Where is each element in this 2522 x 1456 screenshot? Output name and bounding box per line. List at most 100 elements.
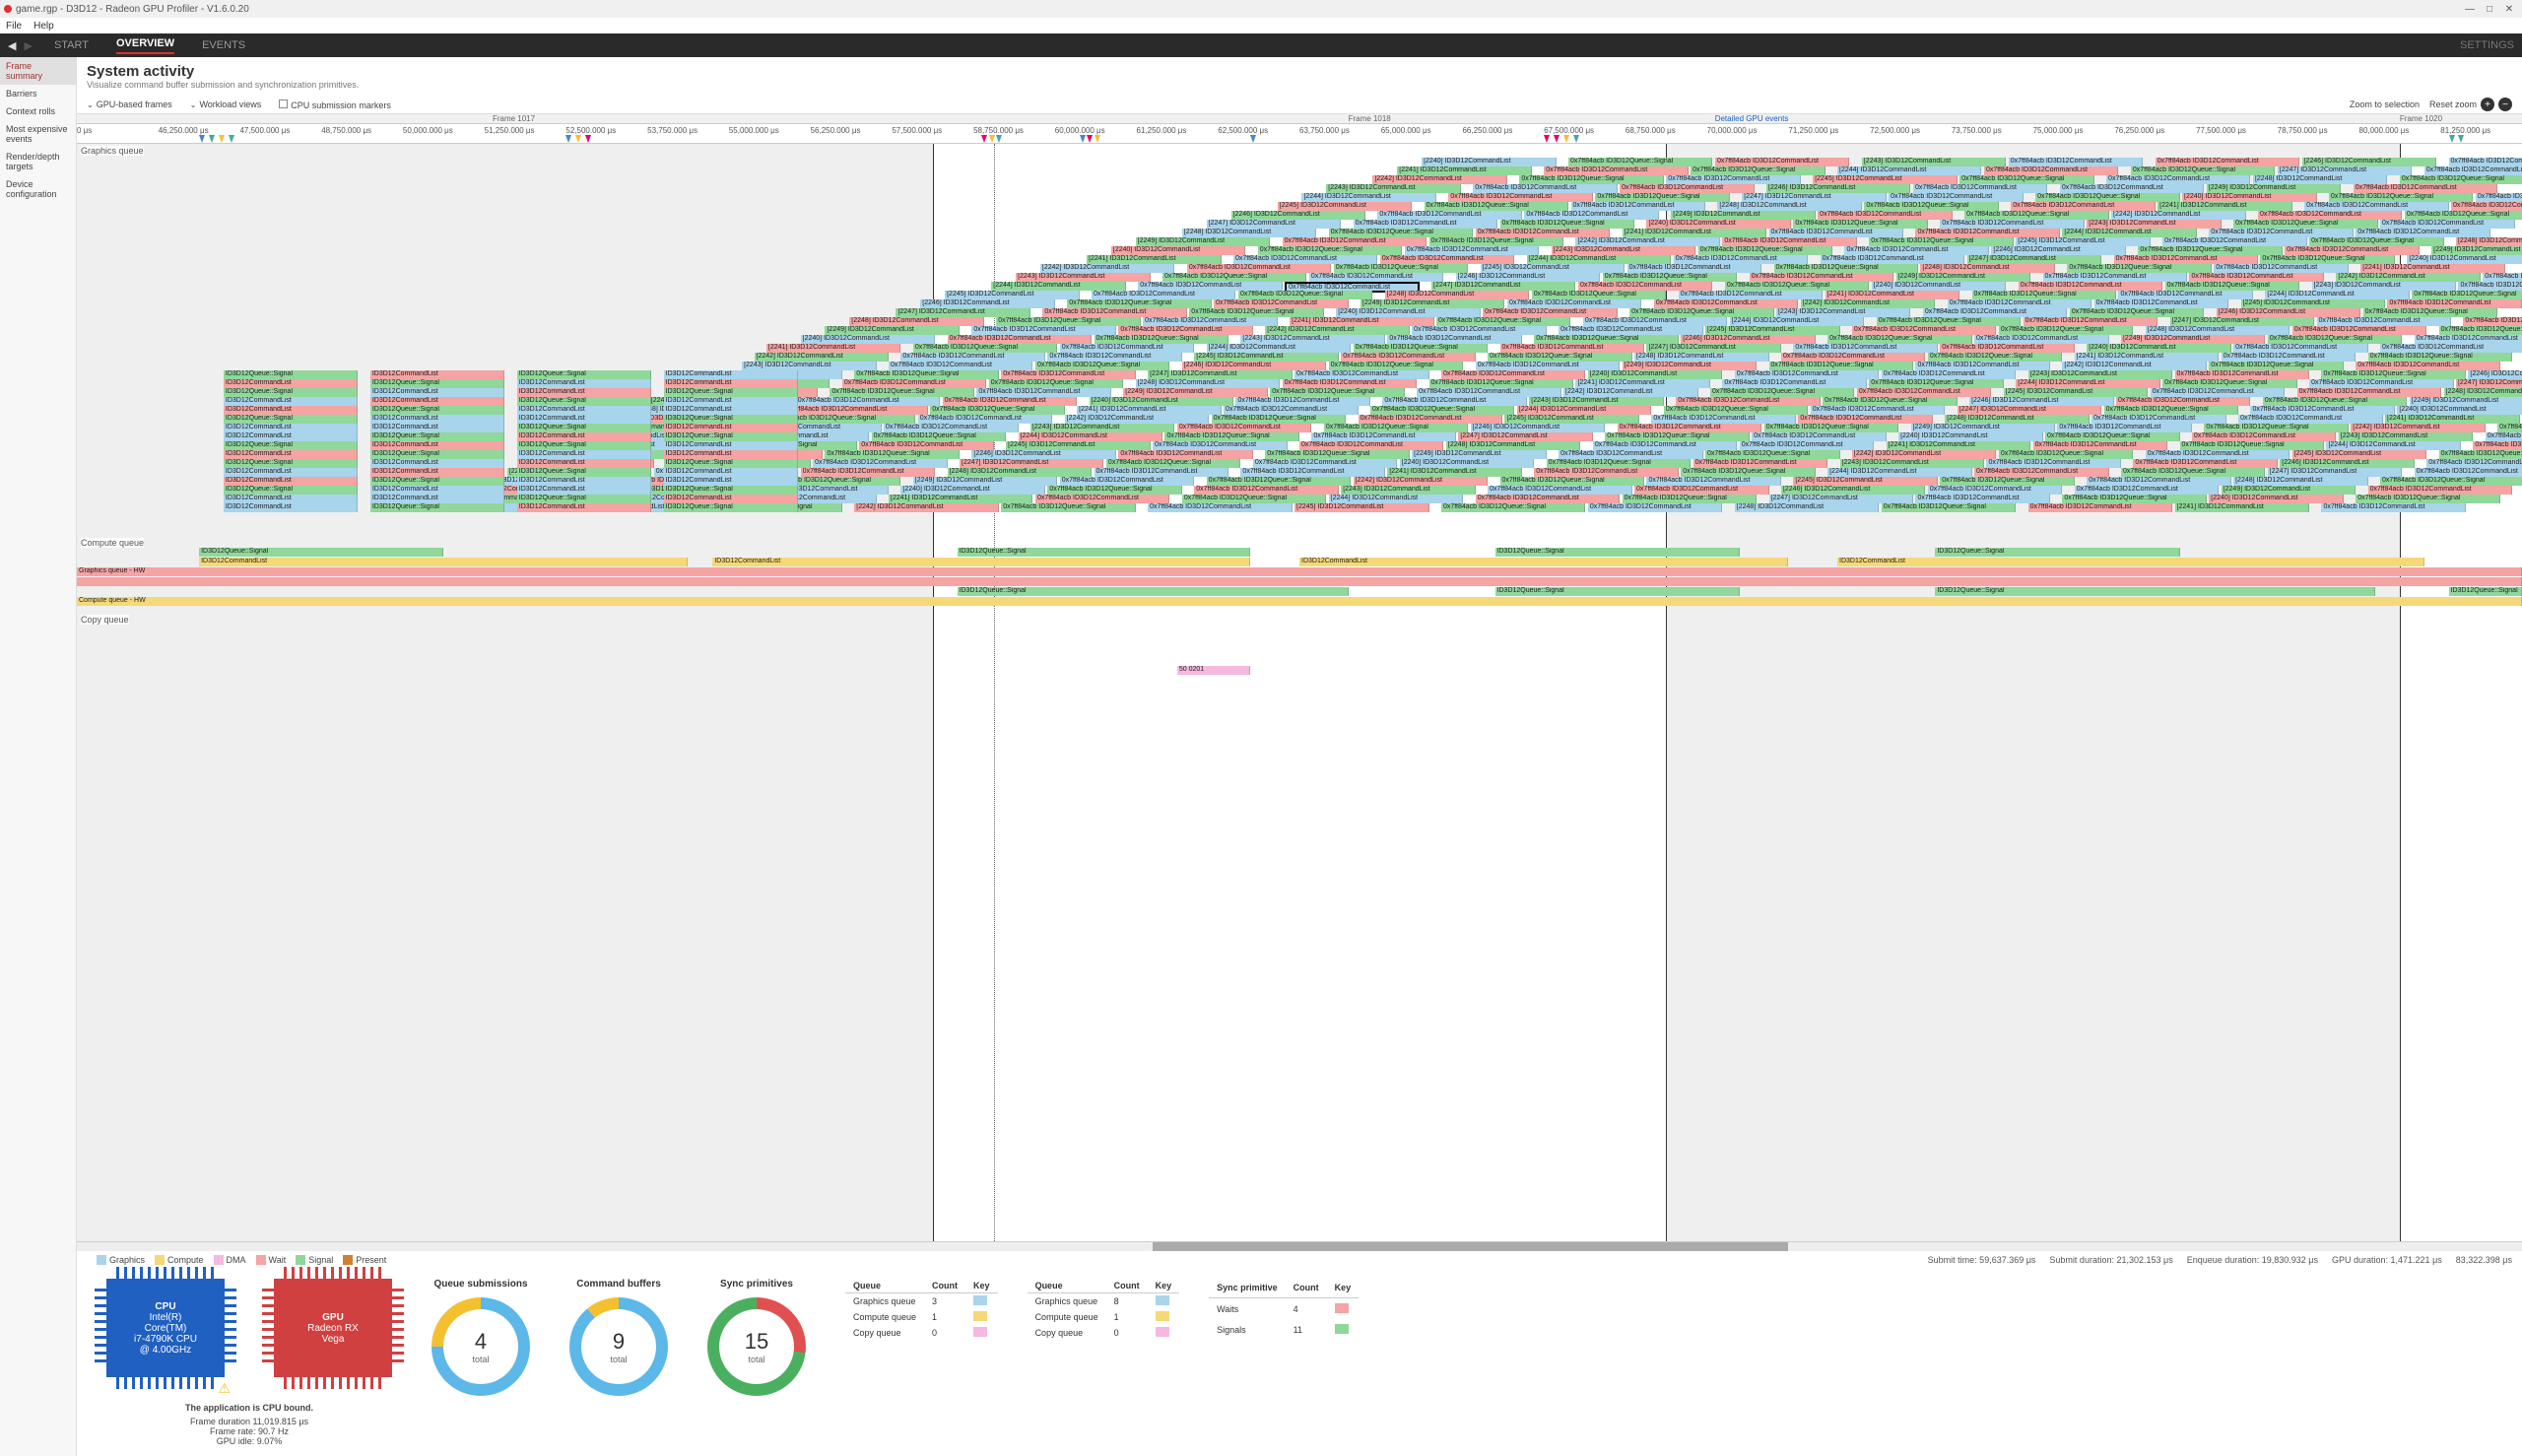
timeline-event[interactable]: 0x7ff84acb ID3D12CommandList (1473, 184, 1617, 193)
timeline-event[interactable]: 0x7ff84acb ID3D12CommandList (2033, 441, 2168, 450)
timeline-event[interactable]: ID3D12CommandList (517, 379, 652, 388)
minimize-button[interactable]: — (2461, 2, 2479, 16)
cpu-marker-icon[interactable] (2458, 135, 2464, 143)
timeline-event[interactable]: ID3D12CommandList (712, 558, 1250, 566)
timeline-event[interactable]: ID3D12Queue::Signal (1495, 587, 1740, 596)
timeline-event[interactable]: 0x7ff84acb ID3D12Queue::Signal (1500, 477, 1644, 486)
timeline-event[interactable]: [2248] ID3D12CommandList (1634, 353, 1769, 362)
timeline-event[interactable]: 0x7ff84acb ID3D12Queue::Signal (1764, 424, 1899, 432)
timeline-event[interactable]: 0x7ff84acb ID3D12CommandList (2317, 317, 2452, 326)
timeline-event[interactable]: [2247] ID3D12CommandList (1148, 370, 1292, 379)
timeline-event[interactable]: [2246] ID3D12CommandList (2280, 459, 2415, 468)
timeline-event[interactable]: 0x7ff84acb ID3D12CommandList (1793, 344, 1937, 353)
timeline-event[interactable]: ID3D12CommandList (370, 486, 505, 495)
timeline-event[interactable]: ID3D12CommandList (224, 406, 359, 415)
timeline-event[interactable]: [2242] ID3D12CommandList (1265, 326, 1409, 335)
timeline-event[interactable]: 0x7ff84acb ID3D12CommandList (2380, 220, 2515, 229)
sidebar-item-context-rolls[interactable]: Context rolls (0, 102, 76, 120)
timeline-event[interactable]: [2244] ID3D12CommandList (991, 282, 1126, 291)
timeline-event[interactable]: 0x7ff84acb ID3D12CommandList (1240, 468, 1384, 477)
timeline-event[interactable]: 0x7ff84acb ID3D12Queue::Signal (1519, 175, 1663, 184)
timeline-event[interactable]: 0x7ff84acb ID3D12CommandList (1571, 202, 1706, 211)
timeline-event[interactable]: [2244] ID3D12CommandList (1329, 495, 1464, 503)
timeline-event[interactable]: [2247] ID3D12CommandList (2170, 317, 2314, 326)
timeline-event[interactable]: 0x7ff84acb ID3D12CommandList (1143, 317, 1278, 326)
timeline-event[interactable]: 0x7ff84acb ID3D12CommandList (2473, 441, 2522, 450)
timeline-event[interactable]: [2242] ID3D12CommandList (2111, 211, 2246, 220)
timeline-event[interactable]: [2249] ID3D12CommandList (825, 326, 960, 335)
timeline-event[interactable]: ID3D12CommandList (517, 450, 652, 459)
cpu-marker-icon[interactable] (1563, 135, 1569, 143)
timeline-event[interactable]: 0x7ff84acb ID3D12CommandList (1889, 193, 2024, 202)
timeline-event[interactable]: 0x7ff84acb ID3D12Queue::Signal (2138, 246, 2282, 255)
timeline-event[interactable]: 0x7ff84acb ID3D12Queue::Signal (2260, 255, 2395, 264)
timeline-event[interactable]: [2248] ID3D12CommandList (1446, 441, 1581, 450)
timeline-event[interactable]: [2240] ID3D12CommandList (1588, 370, 1723, 379)
timeline-event[interactable]: 0x7ff84acb ID3D12Queue::Signal (1864, 202, 1999, 211)
timeline-scrollbar[interactable] (77, 1241, 2522, 1251)
timeline-event[interactable]: ID3D12Queue::Signal (517, 397, 652, 406)
timeline-event[interactable]: [2241] ID3D12CommandList (1077, 406, 1221, 415)
timeline-event[interactable]: 0x7ff84acb ID3D12Queue::Signal (2363, 308, 2498, 317)
timeline-event[interactable]: [2247] ID3D12CommandList (1742, 193, 1886, 202)
timeline-event[interactable]: 0x7ff84acb ID3D12CommandList (1047, 353, 1182, 362)
timeline-event[interactable]: 0x7ff84acb ID3D12Queue::Signal (1370, 406, 1514, 415)
timeline-event[interactable]: ID3D12Queue::Signal (664, 503, 799, 512)
timeline-event[interactable]: 0x7ff84acb ID3D12Queue::Signal (2405, 211, 2522, 220)
timeline-event[interactable]: 0x7ff84acb ID3D12CommandList (1214, 299, 1349, 308)
timeline-event[interactable]: [2249] ID3D12CommandList (1896, 273, 2031, 282)
timeline-event[interactable]: 0x7ff84acb ID3D12Queue::Signal (1710, 388, 1854, 397)
timeline-event[interactable]: [2246] ID3D12CommandList (1969, 397, 2113, 406)
timeline-event[interactable]: 0x7ff84acb ID3D12CommandList (1634, 486, 1769, 495)
timeline-event[interactable]: 0x7ff84acb ID3D12Queue::Signal (2067, 264, 2211, 273)
timeline-event[interactable]: 0x7ff84acb ID3D12CommandList (1544, 166, 1688, 175)
timeline-event[interactable]: [2240] ID3D12CommandList (1422, 158, 1557, 166)
timeline-event[interactable]: [2244] ID3D12CommandList (2326, 441, 2461, 450)
timeline-event[interactable]: [2245] ID3D12CommandList (2292, 450, 2427, 459)
timeline-event[interactable]: 0x7ff84acb ID3D12Queue::Signal (989, 379, 1124, 388)
sidebar-item-frame-summary[interactable]: Frame summary (0, 57, 76, 85)
timeline-event[interactable] (77, 577, 2522, 586)
cpu-marker-icon[interactable] (565, 135, 571, 143)
timeline-event[interactable]: ID3D12Queue::Signal (1495, 548, 1740, 557)
timeline-event[interactable]: 0x7ff84acb ID3D12CommandList (1060, 344, 1195, 353)
timeline-event[interactable]: [2240] ID3D12CommandList (1872, 282, 2007, 291)
timeline-event[interactable]: 0x7ff84acb ID3D12Queue::Signal (1238, 291, 1373, 299)
timeline-event[interactable]: ID3D12Queue::Signal (224, 415, 359, 424)
timeline-event[interactable]: 0x7ff84acb ID3D12CommandList (1500, 344, 1644, 353)
timeline-event[interactable]: [2240] ID3D12CommandList (801, 335, 936, 344)
timeline-event[interactable]: 0x7ff84acb ID3D12Queue::Signal (1595, 193, 1730, 202)
timeline-event[interactable]: [2241] ID3D12CommandList (1387, 468, 1522, 477)
timeline-event[interactable]: 0x7ff84acb ID3D12CommandList (2387, 299, 2522, 308)
timeline-event[interactable]: 0x7ff84acb ID3D12CommandList (1253, 459, 1397, 468)
timeline-event[interactable]: [2244] ID3D12CommandList (2016, 379, 2159, 388)
timeline-event[interactable]: [2248] ID3D12CommandList (1136, 379, 1280, 388)
timeline-event[interactable]: ID3D12Queue::Signal (664, 415, 799, 424)
timeline-event[interactable]: [2248] ID3D12CommandList (1735, 503, 1879, 512)
zoom-in-button[interactable]: + (2481, 98, 2494, 111)
timeline-event[interactable]: 0x7ff84acb ID3D12CommandList (1915, 362, 2050, 370)
timeline-event[interactable]: 0x7ff84acb ID3D12CommandList (948, 335, 1092, 344)
timeline-event[interactable]: 0x7ff84acb ID3D12CommandList (1488, 486, 1631, 495)
timeline-event[interactable]: 0x7ff84acb ID3D12Queue::Signal (1425, 202, 1568, 211)
timeline-event[interactable]: [2246] ID3D12CommandList (1471, 424, 1606, 432)
timeline-event[interactable]: 0x7ff84acb ID3D12CommandList (1923, 308, 2067, 317)
timeline-event[interactable]: [2248] ID3D12CommandList (1385, 291, 1529, 299)
timeline-event[interactable]: 0x7ff84acb ID3D12CommandList (976, 388, 1111, 397)
timeline-event[interactable]: 0x7ff84acb ID3D12Queue::Signal (1265, 450, 1409, 459)
gpu-frames-dropdown[interactable]: ⌄GPU-based frames (87, 99, 172, 109)
timeline-event[interactable]: Compute queue - HW (77, 597, 2522, 606)
cpu-marker-icon[interactable] (1554, 135, 1560, 143)
timeline-event[interactable]: 0x7ff84acb ID3D12CommandList (1735, 370, 1879, 379)
timeline-event[interactable]: 0x7ff84acb ID3D12CommandList (2106, 175, 2250, 184)
timeline-event[interactable]: 0x7ff84acb ID3D12CommandList (2214, 264, 2349, 273)
timeline-event[interactable]: ID3D12CommandList (370, 468, 505, 477)
timeline-event[interactable]: 0x7ff84acb ID3D12Queue::Signal (1106, 459, 1241, 468)
timeline-event[interactable]: 0x7ff84acb ID3D12CommandList (2356, 362, 2499, 370)
timeline-event[interactable]: 0x7ff84acb ID3D12CommandList (1476, 229, 1611, 237)
timeline-event[interactable]: ID3D12CommandList (664, 397, 799, 406)
timeline-event[interactable]: 0x7ff84acb ID3D12CommandList (1138, 282, 1282, 291)
timeline-event[interactable]: 0x7ff84acb ID3D12Queue::Signal (1035, 362, 1170, 370)
timeline-event[interactable]: [2242] ID3D12CommandList (2336, 273, 2480, 282)
timeline-event[interactable]: 0x7ff84acb ID3D12CommandList (1524, 211, 1659, 220)
